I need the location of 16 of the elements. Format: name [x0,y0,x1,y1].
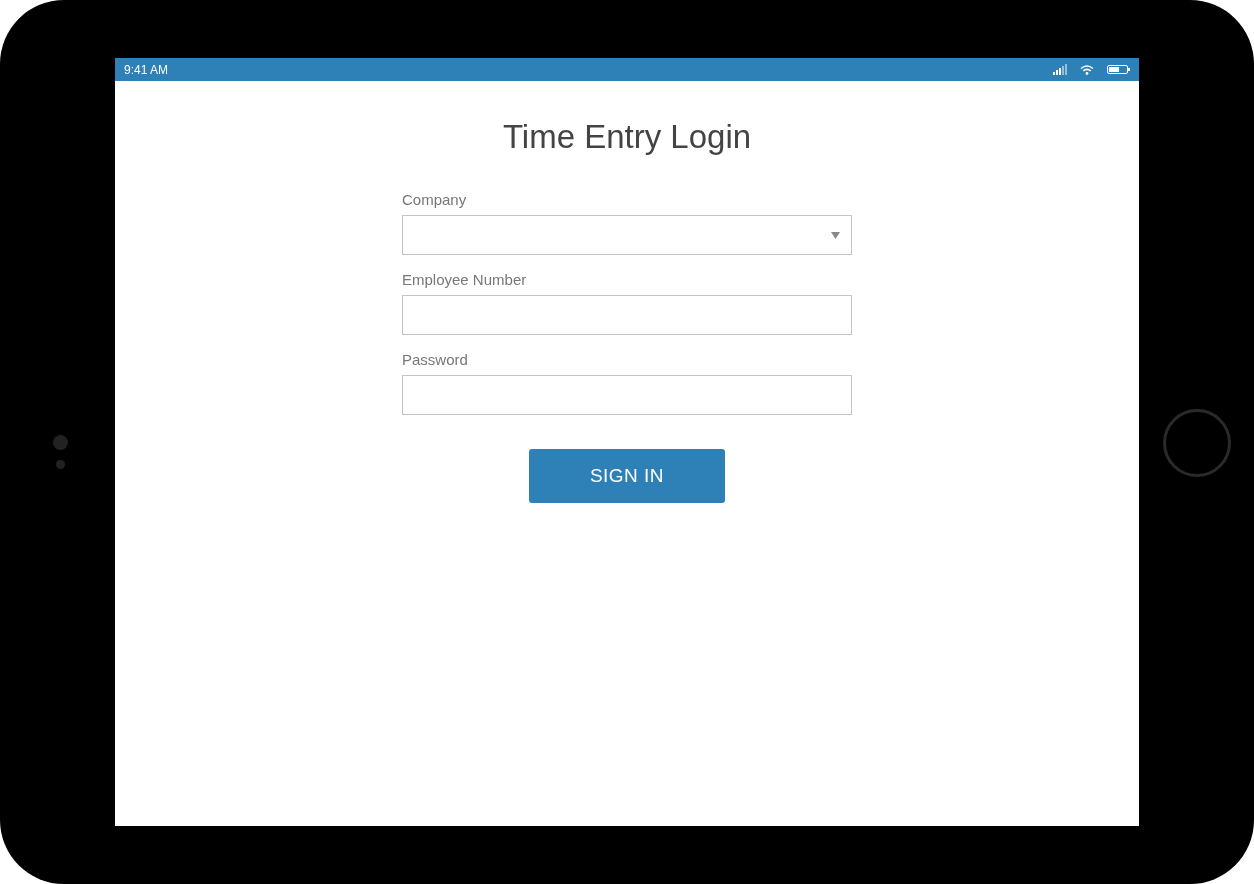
sensor-icon [56,460,65,469]
camera-icon [53,435,68,450]
caret-icon [831,231,840,239]
battery-icon [1107,65,1130,74]
page-title: Time Entry Login [502,117,752,157]
field-label: Employee Number [402,270,528,290]
status-time: 9:41 AM [124,61,169,79]
sign-in-button[interactable]: SIGN IN [529,449,725,503]
field-label: Password [402,350,469,370]
input-field[interactable] [402,375,852,415]
signal-icon [1053,64,1067,75]
input-field[interactable] [402,295,852,335]
company-dropdown[interactable] [402,215,852,255]
wifi-icon [1080,64,1094,75]
field-label: Company [402,190,468,210]
home-button[interactable] [1163,409,1231,477]
